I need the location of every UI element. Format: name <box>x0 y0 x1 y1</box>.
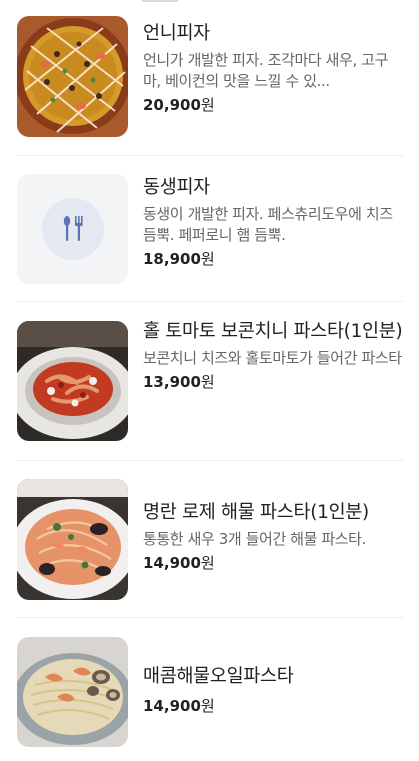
menu-item-description: 동생이 개발한 피자. 페스츄리도우에 치즈 듬뿍. 페퍼로니 햄 듬뿍. <box>143 205 393 244</box>
menu-item-info: 언니피자 언니가 개발한 피자. 조각마다 새우, 고구마, 베이컨의 맛을 느… <box>143 16 403 115</box>
price-amount: 20,900 <box>143 96 201 114</box>
menu-item-placeholder <box>17 174 128 284</box>
menu-item-info: 홀 토마토 보콘치니 파스타(1인분) 보콘치니 치즈와 홀토마토가 들어간 파… <box>143 321 403 392</box>
menu-item-photo <box>17 637 128 747</box>
menu-item-price: 13,900원 <box>143 372 403 392</box>
utensils-icon <box>41 198 104 260</box>
menu-item-photo <box>17 321 128 441</box>
item-divider <box>17 301 403 302</box>
menu-item-info: 동생피자 동생이 개발한 피자. 페스츄리도우에 치즈 듬뿍. 페퍼로니 햄 듬… <box>143 174 403 269</box>
menu-item[interactable]: 매콤해물오일파스타 14,900원 <box>17 637 403 747</box>
menu-item[interactable]: 언니피자 언니가 개발한 피자. 조각마다 새우, 고구마, 베이컨의 맛을 느… <box>17 16 403 137</box>
item-divider <box>17 617 403 618</box>
menu-item-photo <box>17 16 128 137</box>
menu-item-photo <box>17 479 128 600</box>
menu-item-name: 매콤해물오일파스타 <box>143 666 294 687</box>
price-currency: 원 <box>200 250 215 268</box>
menu-item-name: 홀 토마토 보콘치니 파스타(1인분) <box>143 321 403 342</box>
menu-item-info: 명란 로제 해물 파스타(1인분) 통통한 새우 3개 들어간 해물 파스타. … <box>143 479 403 573</box>
price-amount: 14,900 <box>143 697 201 715</box>
price-amount: 14,900 <box>143 554 201 572</box>
menu-item-info: 매콤해물오일파스타 14,900원 <box>143 637 403 716</box>
item-divider <box>17 460 403 461</box>
menu-item[interactable]: 동생피자 동생이 개발한 피자. 페스츄리도우에 치즈 듬뿍. 페퍼로니 햄 듬… <box>17 174 403 284</box>
price-currency: 원 <box>200 373 215 391</box>
item-divider <box>17 155 403 156</box>
top-edge-divider <box>142 0 178 2</box>
price-currency: 원 <box>200 554 215 572</box>
menu-item-name: 명란 로제 해물 파스타(1인분) <box>143 502 369 523</box>
price-amount: 18,900 <box>143 250 201 268</box>
price-currency: 원 <box>200 697 215 715</box>
menu-item-price: 20,900원 <box>143 95 403 115</box>
menu-item-description: 통통한 새우 3개 들어간 해물 파스타. <box>143 530 366 548</box>
menu-item-price: 14,900원 <box>143 696 403 716</box>
menu-item-name: 언니피자 <box>143 23 210 44</box>
menu-item[interactable]: 홀 토마토 보콘치니 파스타(1인분) 보콘치니 치즈와 홀토마토가 들어간 파… <box>17 321 403 441</box>
price-currency: 원 <box>200 96 215 114</box>
menu-item-price: 14,900원 <box>143 553 403 573</box>
menu-item-description: 보콘치니 치즈와 홀토마토가 들어간 파스타 <box>143 349 402 367</box>
menu-item-name: 동생피자 <box>143 177 210 198</box>
menu-item[interactable]: 명란 로제 해물 파스타(1인분) 통통한 새우 3개 들어간 해물 파스타. … <box>17 479 403 600</box>
menu-item-description: 언니가 개발한 피자. 조각마다 새우, 고구마, 베이컨의 맛을 느낄 수 있… <box>143 51 388 90</box>
menu-item-price: 18,900원 <box>143 249 403 269</box>
price-amount: 13,900 <box>143 373 201 391</box>
